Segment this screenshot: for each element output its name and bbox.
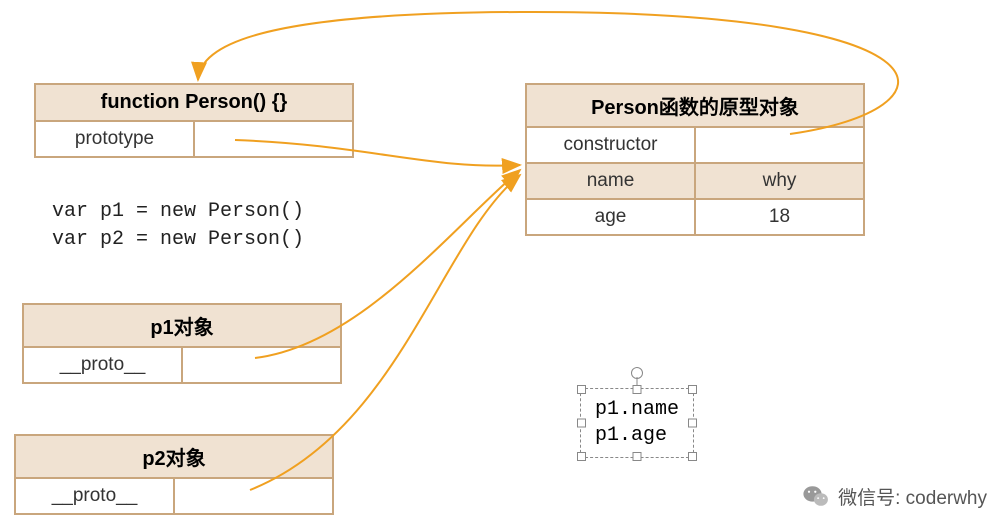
credit-line: 微信号: coderwhy <box>802 482 987 510</box>
floating-expression-box: p1.name p1.age <box>580 388 694 458</box>
proto-age-key: age <box>527 200 694 234</box>
floating-expression-text: p1.name p1.age <box>595 398 679 447</box>
resize-handle-icon <box>577 385 586 394</box>
p2-object-title: p2对象 <box>16 436 332 479</box>
p1-proto-val <box>181 348 340 382</box>
resize-handle-icon <box>577 452 586 461</box>
proto-age-val: 18 <box>694 200 863 234</box>
p1-object-box: p1对象 __proto__ <box>22 303 342 384</box>
proto-name-val: why <box>694 164 863 198</box>
person-function-prototype-key: prototype <box>36 122 193 156</box>
p2-proto-key: __proto__ <box>16 479 173 513</box>
p2-proto-val <box>173 479 332 513</box>
resize-handle-icon <box>688 419 697 428</box>
person-function-box: function Person() {} prototype <box>34 83 354 158</box>
resize-handle-icon <box>577 419 586 428</box>
prototype-object-title: Person函数的原型对象 <box>527 85 863 128</box>
person-function-title: function Person() {} <box>36 85 352 122</box>
code-snippet: var p1 = new Person() var p2 = new Perso… <box>52 198 304 254</box>
resize-handle-icon <box>688 385 697 394</box>
resize-handle-icon <box>633 385 642 394</box>
p2-object-box: p2对象 __proto__ <box>14 434 334 515</box>
resize-handle-icon <box>688 452 697 461</box>
wechat-icon <box>802 482 830 510</box>
person-function-prototype-val <box>193 122 352 156</box>
prototype-object-box: Person函数的原型对象 constructor name why age 1… <box>525 83 865 236</box>
p1-object-title: p1对象 <box>24 305 340 348</box>
proto-constructor-key: constructor <box>527 128 694 162</box>
proto-constructor-val <box>694 128 863 162</box>
resize-handle-icon <box>633 452 642 461</box>
proto-name-key: name <box>527 164 694 198</box>
credit-text: 微信号: coderwhy <box>838 483 987 510</box>
p1-proto-key: __proto__ <box>24 348 181 382</box>
